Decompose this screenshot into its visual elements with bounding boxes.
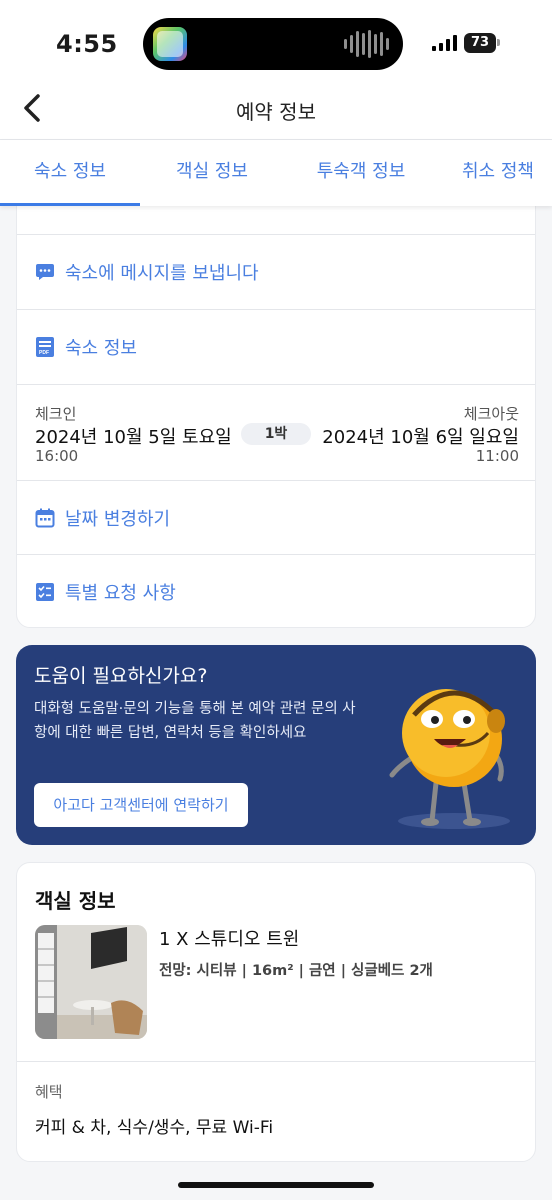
check-out-time: 11:00 bbox=[475, 447, 519, 465]
help-description: 대화형 도움말·문의 기능을 통해 본 예약 관련 문의 사항에 대한 빠른 답… bbox=[34, 701, 356, 741]
change-dates-link[interactable]: 날짜 변경하기 bbox=[17, 481, 535, 555]
audio-wave-icon bbox=[344, 30, 389, 58]
divider bbox=[17, 1061, 535, 1062]
checklist-icon bbox=[36, 583, 54, 601]
nights-badge: 1박 bbox=[241, 423, 311, 445]
check-in-time: 16:00 bbox=[35, 447, 79, 465]
benefits-label: 혜택 bbox=[35, 1083, 63, 1101]
app-icon[interactable] bbox=[153, 27, 187, 61]
check-out-date: 2024년 10월 6일 일요일 bbox=[322, 427, 519, 448]
room-details: 전망: 시티뷰 | 16m² | 금연 | 싱글베드 2개 bbox=[159, 963, 433, 979]
special-requests-label: 특별 요청 사항 bbox=[65, 583, 176, 604]
check-in-label: 체크인 bbox=[35, 405, 77, 423]
contact-support-button[interactable]: 아고다 고객센터에 연락하기 bbox=[34, 783, 248, 827]
room-photo[interactable] bbox=[35, 925, 147, 1039]
change-dates-label: 날짜 변경하기 bbox=[65, 508, 171, 530]
check-out-label: 체크아웃 bbox=[463, 405, 519, 423]
room-section-title: 객실 정보 bbox=[35, 889, 116, 913]
app-header: 예약 정보 bbox=[0, 78, 552, 140]
dynamic-island[interactable] bbox=[143, 18, 403, 70]
battery-icon: 73 bbox=[464, 33, 496, 53]
room-photo-graphic bbox=[35, 925, 147, 1039]
tab-bar: 숙소 정보 객실 정보 투숙객 정보 취소 정책 bbox=[0, 140, 552, 206]
help-title: 도움이 필요하신가요? bbox=[34, 665, 208, 687]
calendar-icon bbox=[35, 508, 55, 527]
message-property-link[interactable]: 숙소에 메시지를 보냅니다 bbox=[17, 235, 535, 310]
property-info-link[interactable]: PDF 숙소 정보 bbox=[17, 310, 535, 385]
message-icon bbox=[36, 264, 54, 280]
pdf-icon: PDF bbox=[36, 337, 54, 357]
benefits-list: 커피 & 차, 식수/생수, 무료 Wi-Fi bbox=[35, 1118, 274, 1138]
support-mascot-icon bbox=[389, 689, 510, 829]
booking-card: 숙소에 메시지를 보냅니다 PDF 숙소 정보 체크인 체크아웃 2024년 1… bbox=[16, 180, 536, 628]
tab-guest-info[interactable]: 투숙객 정보 bbox=[300, 140, 422, 206]
check-in-date: 2024년 10월 5일 토요일 bbox=[35, 427, 232, 448]
page-title: 예약 정보 bbox=[236, 100, 316, 124]
signal-icon bbox=[432, 35, 457, 51]
home-indicator[interactable] bbox=[178, 1182, 374, 1188]
battery-tip bbox=[497, 39, 500, 46]
message-property-label: 숙소에 메시지를 보냅니다 bbox=[65, 263, 259, 284]
status-bar: 4:55 73 bbox=[0, 0, 552, 90]
tab-room-info[interactable]: 객실 정보 bbox=[160, 140, 264, 206]
room-info-card: 객실 정보 1 X 스튜디오 트윈 전망: 시티뷰 | 16m² | 금연 | … bbox=[16, 862, 536, 1162]
help-banner: 도움이 필요하신가요? 대화형 도움말·문의 기능을 통해 본 예약 관련 문의… bbox=[16, 645, 536, 845]
stay-dates: 체크인 체크아웃 2024년 10월 5일 토요일 1박 2024년 10월 6… bbox=[17, 385, 535, 481]
special-requests-link[interactable]: 특별 요청 사항 bbox=[17, 555, 535, 627]
tab-property-info[interactable]: 숙소 정보 bbox=[0, 140, 140, 206]
status-time: 4:55 bbox=[56, 30, 118, 58]
property-info-label: 숙소 정보 bbox=[65, 338, 137, 359]
svg-text:PDF: PDF bbox=[39, 350, 49, 356]
tab-cancellation-policy[interactable]: 취소 정책 bbox=[462, 140, 552, 206]
room-name: 1 X 스튜디오 트윈 bbox=[159, 929, 300, 950]
